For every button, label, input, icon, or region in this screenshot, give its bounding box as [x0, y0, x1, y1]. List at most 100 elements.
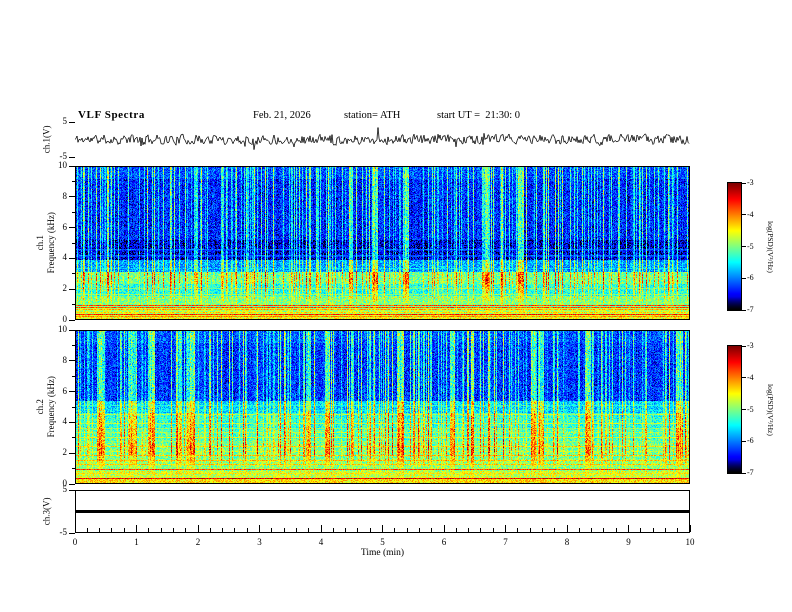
ch2-spec-y-tick-label: 6 — [62, 385, 68, 396]
x-axis-minor-tick — [431, 528, 433, 532]
ch2-spec-y-tick — [69, 452, 75, 454]
colorbar1-tick-label: -4 — [747, 209, 754, 219]
colorbar2-tick-label: -7 — [747, 468, 754, 477]
start-ut-label: start UT = 21:30: 0 — [437, 110, 521, 121]
x-axis-tick — [628, 525, 629, 532]
ch1-spec-y-tick — [69, 288, 75, 290]
x-axis-tick-label: 7 — [503, 537, 508, 547]
ch3-wave-y-tick-label: -5 — [59, 527, 68, 537]
ch3-wave-y-tick-label: 5 — [62, 484, 68, 494]
figure-date: Feb. 21, 2026 — [253, 110, 311, 121]
ch2-spec-y-tick-label: 10 — [58, 324, 67, 334]
x-axis-minor-tick — [234, 528, 236, 532]
ch3-voltage-axis-label: ch.3(V) — [38, 490, 56, 532]
ch1-voltage-axis-label-text: ch.1(V) — [41, 125, 52, 154]
x-axis-minor-tick — [283, 528, 285, 532]
ch3-wave-y-tick — [69, 489, 75, 491]
ch2-spectrogram-canvas — [76, 331, 689, 483]
x-axis-minor-tick — [111, 528, 113, 532]
colorbar1-tick-label: -3 — [747, 178, 754, 187]
ch1-wave-y-tick — [69, 121, 75, 123]
ch1-spec-y-tick-label: 4 — [62, 252, 68, 263]
colorbar1-canvas — [728, 183, 741, 310]
spec-y-minor-tick — [72, 437, 75, 439]
spec-y-minor-tick — [72, 242, 75, 244]
vlf-spectra-figure: VLF Spectra Feb. 21, 2026 station= ATH s… — [0, 0, 792, 612]
x-axis-minor-tick — [652, 528, 654, 532]
x-axis-minor-tick — [86, 528, 88, 532]
ch1-spec-y-tick — [69, 319, 75, 321]
colorbar2-label: log(PSD)(V²/Hz) — [766, 383, 775, 436]
x-axis-minor-tick — [603, 528, 605, 532]
x-axis-minor-tick — [345, 528, 347, 532]
ch2-spec-y-tick — [69, 329, 75, 331]
figure-title: VLF Spectra — [78, 109, 145, 121]
colorbar1-tick-label: -5 — [747, 241, 754, 251]
x-axis-line — [75, 532, 690, 533]
x-axis-tick — [197, 525, 199, 532]
x-axis-tick — [505, 525, 506, 532]
colorbar1-tick — [742, 246, 746, 247]
spec-y-minor-tick — [72, 344, 75, 346]
spec-y-minor-tick — [72, 468, 75, 470]
x-axis-minor-tick — [148, 528, 150, 532]
x-axis-tick — [259, 525, 260, 532]
ch1-spec-y-tick-label: 8 — [62, 190, 68, 201]
x-axis-minor-tick — [369, 528, 371, 532]
ch2-spec-y-tick — [69, 391, 75, 393]
ch1-spec-y-tick-label: 10 — [58, 160, 67, 170]
x-axis-minor-tick — [529, 528, 531, 532]
x-axis-tick-label: 6 — [441, 537, 447, 547]
x-axis-tick — [320, 525, 322, 532]
ch2-spec-y-tick-label: 8 — [62, 354, 68, 365]
spec-y-minor-tick — [72, 406, 75, 408]
ch1-spec-y-tick-label: 2 — [62, 283, 68, 294]
x-axis-minor-tick — [246, 528, 248, 532]
x-axis-minor-tick — [578, 528, 580, 532]
station-label: station= ATH — [344, 110, 401, 121]
x-axis-minor-tick — [541, 528, 543, 532]
x-axis-tick-label: 8 — [564, 537, 570, 547]
x-axis-minor-tick — [591, 528, 593, 532]
colorbar2-tick — [742, 440, 746, 442]
colorbar2-tick-label: -3 — [747, 341, 754, 350]
ch1-spec-y-tick-label: 0 — [62, 314, 68, 324]
x-axis-minor-tick — [615, 528, 617, 532]
colorbar1-tick — [742, 214, 746, 216]
x-axis-tick — [689, 525, 691, 532]
colorbar2-tick-label: -5 — [747, 404, 754, 414]
x-axis-tick-label: 1 — [134, 537, 139, 547]
x-axis-tick — [74, 525, 76, 532]
ch1-wave-y-tick-label: 5 — [62, 116, 68, 126]
colorbar1-label: log(PSD)(V²/Hz) — [766, 220, 775, 273]
x-axis-minor-tick — [332, 528, 334, 532]
ch1-spec-y-tick — [69, 165, 75, 167]
ch2-frequency-axis-label: ch.2 Frequency (kHz) — [31, 330, 61, 484]
colorbar2-tick — [742, 472, 746, 474]
time-axis-label: Time (min) — [360, 548, 405, 558]
x-axis-minor-tick — [222, 528, 224, 532]
x-axis-minor-tick — [209, 528, 211, 532]
ch3-voltage-axis-label-text: ch.3(V) — [41, 497, 52, 525]
ch1-frequency-axis-label: ch.1 Frequency (kHz) — [31, 166, 61, 320]
ch1-spec-y-tick — [69, 257, 75, 259]
colorbar2-canvas — [728, 346, 741, 473]
ch1-waveform-canvas — [75, 122, 690, 157]
x-axis-tick — [382, 525, 383, 532]
x-axis-minor-tick — [664, 528, 666, 532]
ch2-spec-y-tick — [69, 421, 75, 423]
x-axis-tick-label: 2 — [195, 537, 201, 547]
x-axis-minor-tick — [185, 528, 187, 532]
x-axis-minor-tick — [554, 528, 556, 532]
x-axis-tick-label: 0 — [72, 537, 78, 547]
spec-y-minor-tick — [72, 211, 75, 213]
x-axis-minor-tick — [406, 528, 408, 532]
ch1-spec-y-tick-label: 6 — [62, 221, 68, 232]
x-axis-minor-tick — [492, 528, 494, 532]
x-axis-minor-tick — [480, 528, 482, 532]
ch1-spec-y-tick — [69, 196, 75, 198]
ch2-spec-y-tick-label: 2 — [62, 447, 68, 458]
ch3-flat-signal-line — [76, 510, 689, 513]
x-axis-minor-tick — [394, 528, 396, 532]
x-axis-minor-tick — [123, 528, 125, 532]
